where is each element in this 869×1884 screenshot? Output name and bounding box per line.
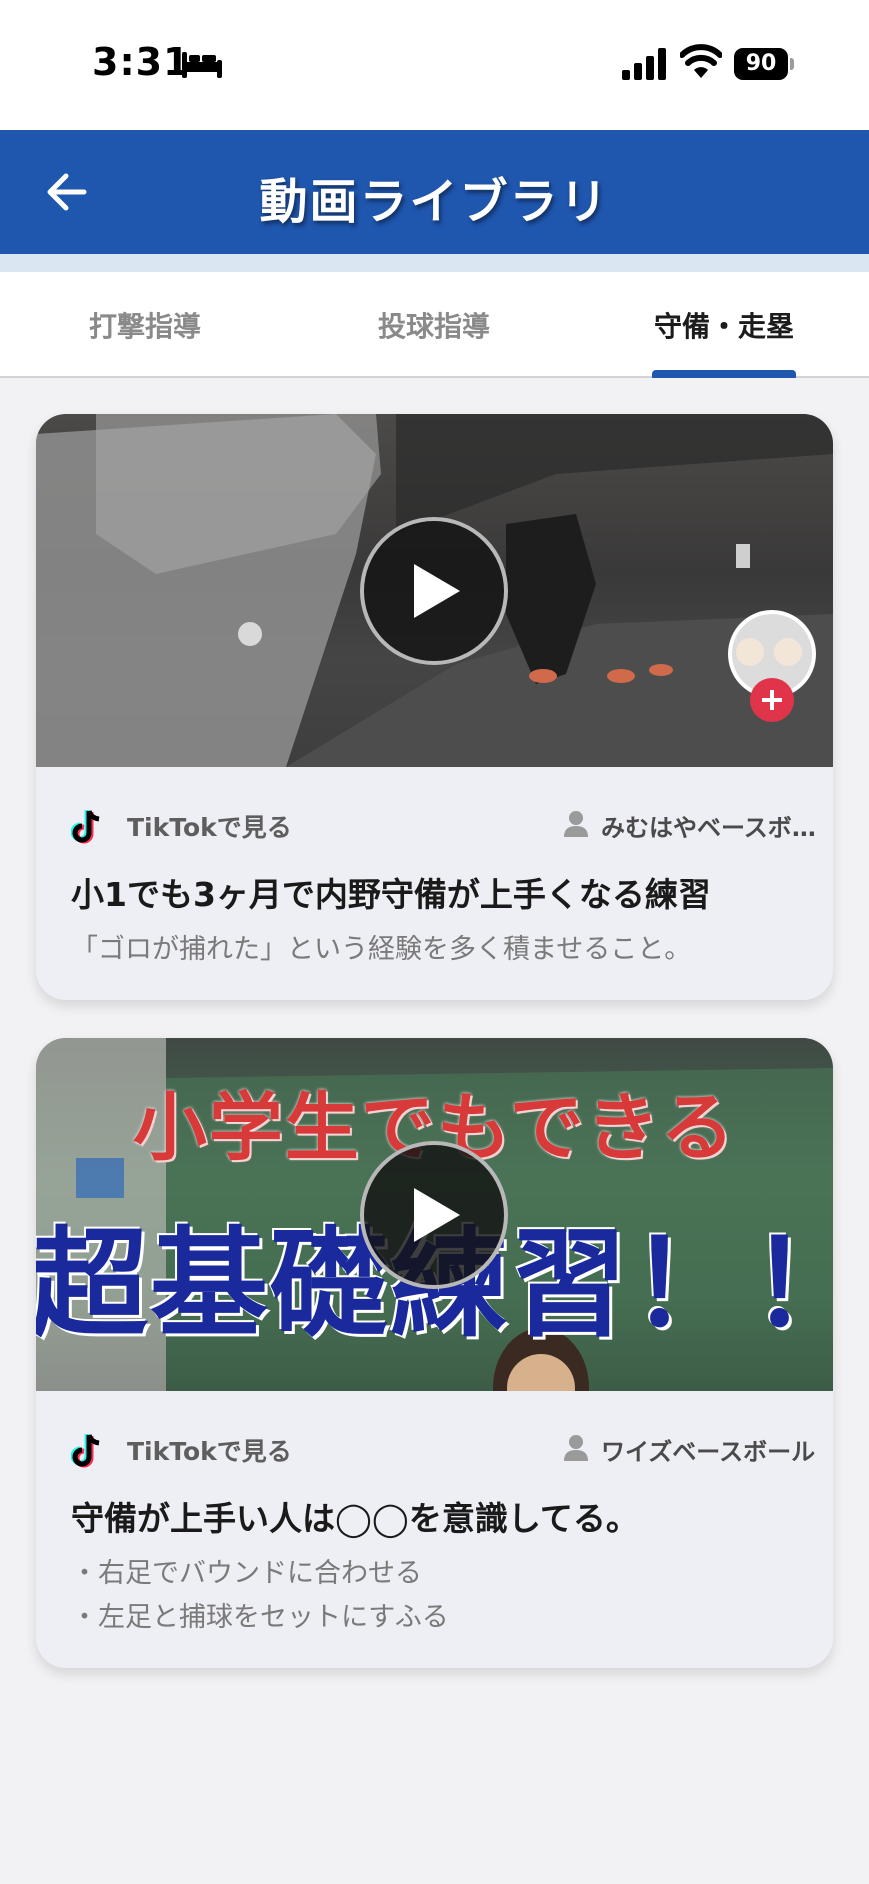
description-line: ・右足でバウンドに合わせる [71, 1558, 422, 1589]
header-divider [0, 254, 869, 272]
play-button[interactable] [360, 517, 508, 665]
page-title: 動画ライブラリ [259, 174, 610, 230]
wifi-icon [680, 44, 722, 78]
play-button[interactable] [360, 1141, 508, 1289]
tiktok-icon [71, 810, 100, 844]
author-name: ワイズベースボール [601, 1438, 816, 1466]
tab-bar: 打撃指導 投球指導 守備・走塁 [0, 272, 869, 378]
battery-level: 90 [734, 48, 788, 80]
video-card[interactable]: TikTokで見る みむはやベースボール 小1でも3ヶ月で内野守備が上手くなる練… [36, 414, 833, 1000]
description-line: ・左足と捕球をセットにすふる [71, 1602, 449, 1633]
tiktok-icon [71, 1434, 100, 1468]
video-thumbnail[interactable]: 小学生でもできる 超基礎練習！！ [36, 1038, 833, 1391]
play-icon [414, 564, 460, 618]
video-title: 小1でも3ヶ月で内野守備が上手くなる練習 [71, 875, 711, 914]
sleep-focus-icon [182, 52, 222, 78]
source-row: TikTokで見る みむはやベースボール [71, 806, 821, 846]
video-title: 守備が上手い人は◯◯を意識してる。 [71, 1499, 639, 1538]
card-body: TikTokで見る みむはやベースボール 小1でも3ヶ月で内野守備が上手くなる練… [36, 806, 833, 972]
tab-pitching[interactable]: 投球指導 [289, 272, 579, 378]
tab-batting[interactable]: 打撃指導 [0, 272, 290, 378]
description-line: 「ゴロが捕れた」という経験を多く積ませること。 [71, 934, 692, 965]
battery-indicator: 90 [734, 48, 794, 80]
person-icon [564, 1435, 588, 1461]
tiktok-link[interactable]: TikTokで見る [127, 1432, 292, 1468]
cellular-signal-icon [622, 48, 666, 80]
tiktok-link[interactable]: TikTokで見る [127, 808, 292, 844]
status-bar: 3:31 90 [0, 0, 869, 130]
play-icon [414, 1188, 460, 1242]
active-tab-indicator [652, 370, 796, 378]
card-body: TikTokで見る ワイズベースボール 守備が上手い人は◯◯を意識してる。 ・右… [36, 1430, 833, 1640]
source-row: TikTokで見る ワイズベースボール [71, 1430, 815, 1470]
video-description: ・右足でバウンドに合わせる ・左足と捕球をセットにすふる [71, 1552, 798, 1640]
person-icon [564, 811, 588, 837]
status-time: 3:31 [92, 40, 191, 84]
battery-tip [790, 58, 794, 70]
tab-fielding-baserunning[interactable]: 守備・走塁 [579, 272, 869, 378]
author-name: みむはやベースボール [601, 814, 821, 842]
video-description: 「ゴロが捕れた」という経験を多く積ませること。 [71, 928, 798, 972]
video-card[interactable]: 小学生でもできる 超基礎練習！！ TikTokで見る ワイズベースボール 守備が… [36, 1038, 833, 1668]
video-thumbnail[interactable] [36, 414, 833, 767]
